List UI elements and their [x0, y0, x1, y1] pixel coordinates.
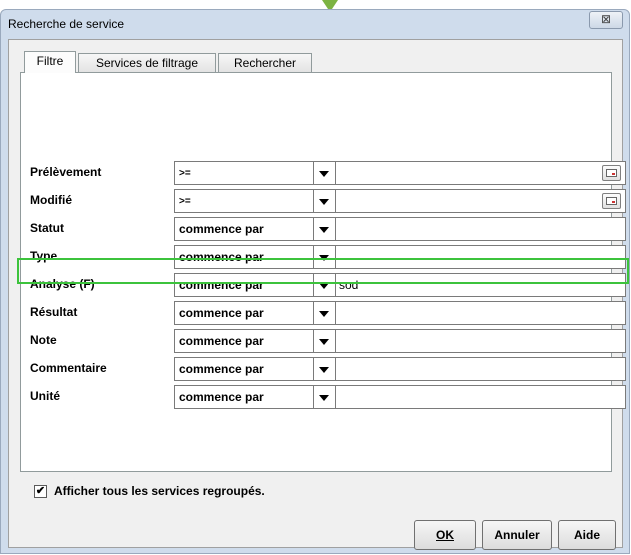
operator-select[interactable]: commence par: [174, 273, 336, 297]
close-button[interactable]: ⊠: [589, 11, 623, 29]
filter-label: Analyse (F): [30, 277, 95, 291]
operator-select[interactable]: commence par: [174, 301, 336, 325]
filter-value-input[interactable]: sod: [336, 273, 626, 297]
filter-label: Résultat: [30, 305, 78, 319]
chevron-down-icon: [319, 395, 329, 401]
filter-value: sod: [339, 278, 359, 292]
filter-row-note: Note commence par: [30, 329, 630, 353]
chevron-down-icon: [319, 227, 329, 233]
filter-row-resultat: Résultat commence par: [30, 301, 630, 325]
operator-value: commence par: [179, 306, 264, 320]
filter-value-input[interactable]: [336, 329, 626, 353]
show-grouped-label: Afficher tous les services regroupés.: [54, 484, 265, 498]
ok-button[interactable]: OK: [414, 520, 476, 550]
filter-row-prelevement: Prélèvement >=: [30, 161, 630, 185]
close-icon: ⊠: [600, 12, 612, 26]
dialog-content: Filtre Services de filtrage Rechercher P…: [8, 39, 626, 550]
dialog-window: Recherche de service ⊠ Filtre Services d…: [0, 9, 630, 554]
filter-row-modifie: Modifié >=: [30, 189, 630, 213]
show-grouped-checkbox[interactable]: ✔: [34, 485, 47, 498]
filter-value-input[interactable]: [336, 245, 626, 269]
tab-filtre[interactable]: Filtre: [24, 51, 76, 73]
filter-row-statut: Statut commence par: [30, 217, 630, 241]
operator-value: commence par: [179, 390, 264, 404]
dropdown-button[interactable]: [313, 274, 335, 296]
filter-row-unite: Unité commence par: [30, 385, 630, 409]
filter-value-input[interactable]: [336, 357, 626, 381]
filter-row-analyse: Analyse (F) commence par sod: [30, 273, 630, 297]
filter-label: Note: [30, 333, 57, 347]
calendar-icon: [606, 169, 617, 177]
filter-row-commentaire: Commentaire commence par: [30, 357, 630, 381]
chevron-down-icon: [319, 199, 329, 205]
chevron-down-icon: [319, 367, 329, 373]
dropdown-button[interactable]: [313, 218, 335, 240]
chevron-down-icon: [319, 311, 329, 317]
title-bar: Recherche de service ⊠: [1, 10, 629, 38]
filter-row-type: Type commence par: [30, 245, 630, 269]
help-button[interactable]: Aide: [558, 520, 616, 550]
operator-select[interactable]: commence par: [174, 385, 336, 409]
dropdown-button[interactable]: [313, 190, 335, 212]
operator-value: commence par: [179, 222, 264, 236]
filter-value-input[interactable]: [336, 385, 626, 409]
dropdown-button[interactable]: [313, 162, 335, 184]
chevron-down-icon: [319, 283, 329, 289]
filter-value-input[interactable]: [336, 301, 626, 325]
filter-value-input[interactable]: [336, 217, 626, 241]
operator-select[interactable]: commence par: [174, 357, 336, 381]
operator-select[interactable]: >=: [174, 161, 336, 185]
dropdown-button[interactable]: [313, 386, 335, 408]
operator-select[interactable]: commence par: [174, 217, 336, 241]
chevron-down-icon: [319, 339, 329, 345]
operator-value: commence par: [179, 334, 264, 348]
operator-value: >=: [179, 168, 191, 179]
dropdown-button[interactable]: [313, 330, 335, 352]
cancel-button[interactable]: Annuler: [482, 520, 552, 550]
filter-label: Modifié: [30, 193, 72, 207]
operator-select[interactable]: >=: [174, 189, 336, 213]
filter-value-input[interactable]: [336, 189, 626, 213]
filter-panel: Prélèvement >= Modifié >= Statut commenc…: [20, 72, 626, 472]
calendar-icon: [606, 197, 617, 205]
operator-value: commence par: [179, 250, 264, 264]
operator-value: commence par: [179, 278, 264, 292]
operator-value: commence par: [179, 362, 264, 376]
tab-rechercher[interactable]: Rechercher: [218, 53, 312, 72]
operator-value: >=: [179, 196, 191, 207]
dropdown-button[interactable]: [313, 246, 335, 268]
calendar-button[interactable]: [602, 193, 621, 209]
operator-select[interactable]: commence par: [174, 245, 336, 269]
dropdown-button[interactable]: [313, 358, 335, 380]
filter-label: Statut: [30, 221, 64, 235]
chevron-down-icon: [319, 171, 329, 177]
filter-label: Commentaire: [30, 361, 107, 375]
chevron-down-icon: [319, 255, 329, 261]
dropdown-button[interactable]: [313, 302, 335, 324]
operator-select[interactable]: commence par: [174, 329, 336, 353]
filter-label: Type: [30, 249, 58, 263]
check-icon: ✔: [35, 485, 46, 497]
window-title: Recherche de service: [8, 17, 125, 31]
calendar-button[interactable]: [602, 165, 621, 181]
filter-label: Unité: [30, 389, 60, 403]
filter-value-input[interactable]: [336, 161, 626, 185]
filter-label: Prélèvement: [30, 165, 102, 179]
tab-services-de-filtrage[interactable]: Services de filtrage: [78, 53, 216, 72]
